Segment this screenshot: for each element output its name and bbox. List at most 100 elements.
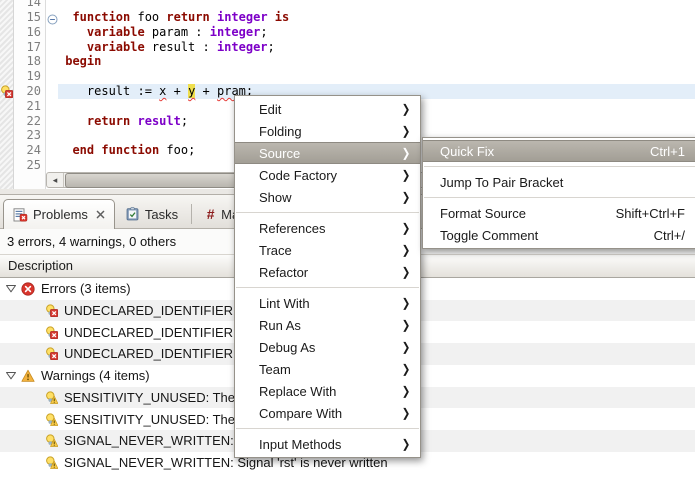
menu-item-source[interactable]: Source ❯ — [235, 142, 420, 164]
line-number: 22 — [26, 113, 41, 128]
line-number: 17 — [26, 39, 41, 54]
menu-item-folding[interactable]: Folding ❯ — [235, 120, 420, 142]
code-token: return — [86, 113, 131, 128]
problem-description: Errors (3 items) — [41, 281, 131, 297]
problems-icon — [13, 207, 28, 222]
error-quickfix-icon[interactable] — [0, 85, 14, 99]
menu-item-show[interactable]: Show ❯ — [235, 186, 420, 208]
code-token: ; — [260, 24, 268, 39]
menu-item-edit[interactable]: Edit ❯ — [235, 98, 420, 120]
submenu-arrow-icon: ❯ — [401, 340, 411, 354]
twisty-open-icon[interactable] — [5, 370, 17, 381]
fold-collapse-icon[interactable] — [47, 12, 58, 25]
menu-item-refactor[interactable]: Refactor ❯ — [235, 261, 420, 283]
ide-window: { "colors": { "keyword": "#8B0A00", "typ… — [0, 0, 695, 490]
code-token: variable — [86, 39, 145, 54]
submenu-arrow-icon: ❯ — [401, 265, 411, 279]
menu-item-label: Source — [259, 145, 301, 161]
code-token: + — [166, 84, 189, 98]
code-token: ; — [267, 39, 275, 54]
code-token: foo; — [159, 143, 196, 158]
code-token: result : — [144, 39, 217, 54]
menu-item-team[interactable]: Team ❯ — [235, 358, 420, 380]
error-quickfix-icon — [45, 347, 58, 361]
submenu-arrow-icon: ❯ — [401, 146, 411, 160]
code-token: param : — [144, 24, 210, 39]
close-icon[interactable] — [96, 210, 105, 219]
tab-problems[interactable]: Problems — [3, 199, 115, 229]
warning-quickfix-icon — [45, 434, 58, 448]
menu-separator — [423, 193, 695, 202]
submenu-arrow-icon: ❯ — [401, 296, 411, 310]
tasks-icon — [125, 207, 140, 221]
menu-item-label: Debug As — [259, 339, 316, 355]
menu-item-label: Compare With — [259, 405, 343, 421]
annotation-ruler[interactable] — [0, 0, 14, 189]
menu-item-label: Show — [259, 189, 292, 205]
code-line: variable param : integer; — [58, 25, 268, 40]
tab-separator — [191, 204, 193, 224]
menu-item-code-factory[interactable]: Code Factory ❯ — [235, 164, 420, 186]
menu-item-label: Folding — [259, 123, 302, 139]
line-number: 15 — [26, 10, 41, 24]
submenu-arrow-icon: ❯ — [401, 124, 411, 138]
menu-item-compare-with[interactable]: Compare With ❯ — [235, 402, 420, 424]
code-token: function — [101, 143, 160, 158]
menu-item-label: Code Factory — [259, 167, 338, 183]
code-line: begin — [58, 54, 101, 69]
markers-icon: # — [206, 206, 215, 222]
submenu-arrow-icon: ❯ — [401, 406, 411, 420]
menu-item-label: Refactor — [259, 264, 309, 280]
menu-item-lint-with[interactable]: Lint With ❯ — [235, 292, 420, 314]
menu-item-jump-to-pair-bracket[interactable]: Jump To Pair Bracket — [423, 171, 695, 193]
code-token: result := — [58, 84, 160, 98]
line-number: 14 — [26, 0, 41, 10]
line-number: 20 — [26, 84, 41, 98]
menu-item-toggle-comment[interactable]: Toggle Comment Ctrl+/ — [423, 224, 695, 246]
menu-item-debug-as[interactable]: Debug As ❯ — [235, 336, 420, 358]
menu-item-trace[interactable]: Trace ❯ — [235, 239, 420, 261]
tab-label: Tasks — [144, 206, 179, 222]
context-menu: Edit ❯ Folding ❯ Source ❯ Code Factory ❯ Show ❯ Re… — [234, 95, 421, 458]
menu-item-label: Lint With — [259, 295, 310, 311]
warning-quickfix-icon — [45, 456, 58, 469]
menu-item-label: References — [259, 220, 326, 236]
line-number: 16 — [26, 24, 41, 39]
menu-item-replace-with[interactable]: Replace With ❯ — [235, 380, 420, 402]
error-quickfix-icon — [45, 326, 58, 339]
menu-item-run-as[interactable]: Run As ❯ — [235, 314, 420, 336]
menu-item-label: Quick Fix — [440, 143, 495, 159]
menu-separator — [235, 424, 420, 433]
line-number: 23 — [26, 128, 41, 143]
twisty-open-icon[interactable] — [5, 283, 17, 294]
menu-item-format-source[interactable]: Format Source Shift+Ctrl+F — [423, 202, 695, 224]
menu-item-input-methods[interactable]: Input Methods ❯ — [235, 433, 420, 455]
tab-tasks[interactable]: Tasks — [115, 200, 188, 228]
submenu-arrow-icon: ❯ — [401, 384, 411, 398]
submenu-arrow-icon: ❯ — [401, 318, 411, 332]
submenu-arrow-icon: ❯ — [401, 102, 411, 116]
menu-shortcut: Ctrl+1 — [649, 143, 685, 159]
submenu-arrow-icon: ❯ — [401, 190, 411, 204]
menu-item-label: Edit — [259, 101, 282, 117]
problem-description: Warnings (4 items) — [41, 368, 150, 384]
code-token: integer — [209, 24, 261, 39]
warning-quickfix-icon — [45, 412, 58, 426]
source-submenu: Quick Fix Ctrl+1 Jump To Pair Bracket Forma… — [422, 137, 695, 249]
menu-shortcut: Shift+Ctrl+F — [615, 205, 685, 221]
folding-ruler[interactable] — [46, 0, 58, 172]
menu-item-label: Toggle Comment — [440, 227, 539, 243]
menu-item-references[interactable]: References ❯ — [235, 217, 420, 239]
code-token: integer — [216, 10, 268, 24]
warning-quickfix-icon — [45, 391, 58, 404]
line-number: 25 — [26, 158, 41, 172]
scroll-left-arrow-icon[interactable]: ◂ — [47, 173, 64, 187]
menu-item-quick-fix[interactable]: Quick Fix Ctrl+1 — [423, 140, 695, 162]
menu-item-label: Input Methods — [259, 436, 342, 452]
